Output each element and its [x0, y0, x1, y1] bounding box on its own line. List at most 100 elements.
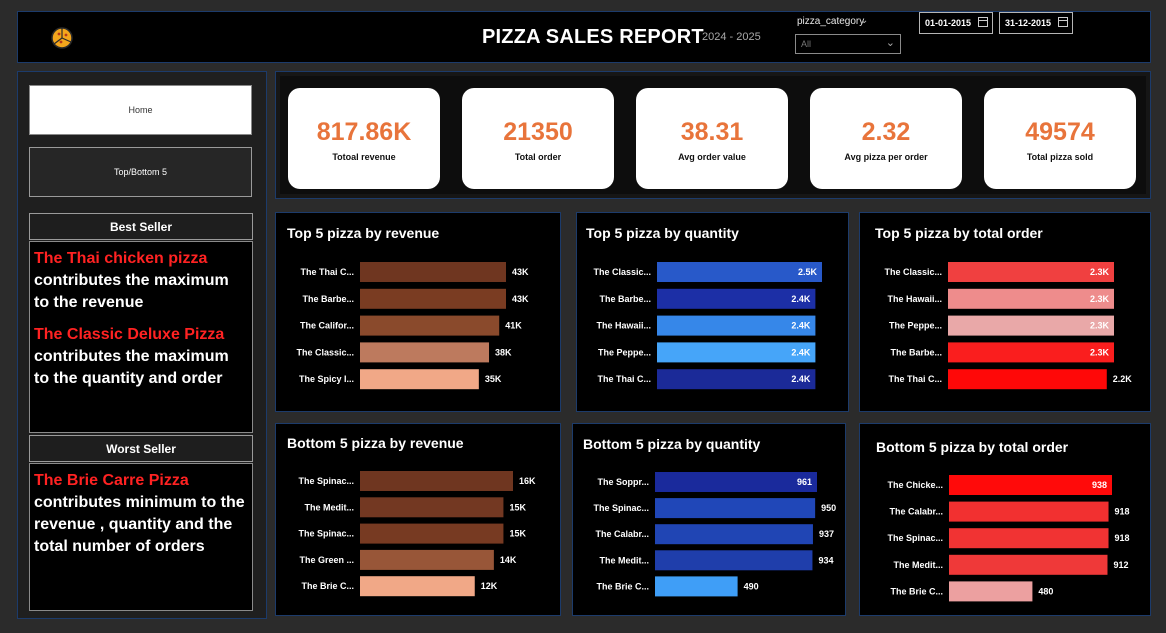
header-bar: PIZZA SALES REPORT 2024 - 2025 pizza_cat… — [17, 11, 1151, 63]
bar — [655, 524, 813, 545]
category-label: The Hawaii... — [596, 321, 651, 331]
chart-top5-total-order: Top 5 pizza by total order The Classic..… — [859, 212, 1151, 412]
category-label: The Spinac... — [593, 503, 649, 513]
kpi-label: Total pizza sold — [1026, 152, 1094, 162]
data-label: 2.5K — [798, 267, 818, 277]
category-label: The Chicke... — [887, 480, 943, 490]
date-to-value: 31-12-2015 — [1005, 18, 1052, 28]
calendar-icon — [978, 17, 988, 27]
chart-svg: The Classic... 2.3K The Hawaii... 2.3K The P… — [884, 262, 1132, 390]
data-label: 961 — [797, 477, 812, 487]
bar — [948, 369, 1107, 390]
bar — [360, 342, 490, 363]
chart-bottom5-revenue: Bottom 5 pizza by revenue The Spinac... 1… — [275, 423, 561, 616]
chart-bottom5-quantity: Bottom 5 pizza by quantity The Soppr... 9… — [572, 423, 846, 616]
category-label: The Soppr... — [597, 477, 649, 487]
category-label: The Spicy I... — [299, 374, 354, 384]
left-panel: Home Top/Bottom 5 Best Seller The Thai c… — [17, 71, 267, 619]
kpi-card-total-order: 21350 Total order — [462, 88, 614, 189]
kpi-value: 21350 — [503, 118, 573, 146]
data-label: 934 — [818, 555, 833, 565]
data-label: 2.4K — [791, 347, 811, 357]
top-bottom-5-button[interactable]: Top/Bottom 5 — [29, 147, 252, 197]
data-label: 14K — [500, 555, 517, 565]
bar — [949, 554, 1108, 575]
chart-bottom5-total-order: Bottom 5 pizza by total order The Chicke… — [859, 423, 1151, 616]
bar — [360, 576, 475, 597]
bar — [360, 315, 500, 336]
data-label: 12K — [481, 581, 498, 591]
data-label: 950 — [821, 503, 836, 513]
category-label: The Barbe... — [599, 294, 651, 304]
date-to-input[interactable]: 31-12-2015 — [999, 12, 1073, 34]
worst-seller-box: The Brie Carre Pizza contributes minimum … — [29, 463, 253, 611]
bar — [360, 523, 504, 544]
category-label: The Barbe... — [302, 294, 354, 304]
date-from-input[interactable]: 01-01-2015 — [919, 12, 993, 34]
worst-seller-heading: Worst Seller — [29, 435, 253, 462]
kpi-card-revenue: 817.86K Totoal revenue — [288, 88, 440, 189]
home-button[interactable]: Home — [29, 85, 252, 135]
bar — [360, 549, 494, 570]
data-label: 38K — [495, 347, 512, 357]
category-label: The Peppe... — [889, 321, 942, 331]
slicer-label: pizza_category — [797, 16, 865, 27]
data-label: 43K — [512, 294, 529, 304]
category-label: The Classic... — [296, 347, 354, 357]
kpi-label: Avg order value — [678, 152, 746, 162]
kpi-label: Avg pizza per order — [844, 152, 928, 162]
bar — [360, 288, 506, 309]
category-label: The Spinac... — [887, 533, 943, 543]
slicer-collapse-icon[interactable]: ⌄ — [860, 15, 868, 26]
chart-svg: The Classic... 2.5K The Barbe... 2.4K The Ha… — [593, 262, 822, 390]
category-label: The Brie C... — [596, 581, 649, 591]
category-label: The Spinac... — [298, 476, 354, 486]
bar — [655, 550, 813, 571]
best-seller-box: The Thai chicken pizza contributes the ma… — [29, 241, 253, 433]
data-label: 43K — [512, 267, 529, 277]
worst-seller-text: contributes minimum to the revenue , qua… — [34, 494, 245, 555]
kpi-panel: 817.86K Totoal revenue 21350 Total order… — [275, 71, 1151, 199]
data-label: 2.4K — [791, 321, 811, 331]
bar — [360, 471, 513, 491]
pizza-category-dropdown[interactable]: All ⌄ — [795, 34, 901, 54]
bar — [949, 528, 1109, 549]
kpi-card-avg-order-value: 38.31 Avg order value — [636, 88, 788, 189]
data-label: 35K — [485, 374, 502, 384]
kpi-value: 2.32 — [861, 118, 911, 146]
category-label: The Thai C... — [597, 374, 651, 384]
chart-svg: The Thai C... 43K The Barbe... 43K The Calif… — [296, 262, 529, 390]
bar — [655, 576, 738, 597]
bar — [360, 262, 506, 282]
bar — [949, 475, 1112, 495]
page-title: PIZZA SALES REPORT — [482, 26, 704, 48]
chart-top5-quantity: Top 5 pizza by quantity The Classic... 2.… — [576, 212, 849, 412]
kpi-value: 49574 — [1025, 118, 1095, 146]
bar — [949, 581, 1033, 602]
data-label: 15K — [509, 502, 526, 512]
category-label: The Medit... — [305, 502, 355, 512]
category-label: The Classic... — [593, 267, 651, 277]
pizza-logo-icon — [51, 27, 73, 49]
kpi-value: 38.31 — [680, 118, 744, 146]
category-label: The Spinac... — [298, 529, 354, 539]
data-label: 41K — [505, 321, 522, 331]
category-label: The Calabr... — [889, 507, 943, 517]
category-label: The Brie C... — [890, 586, 943, 596]
data-label: 2.4K — [791, 294, 811, 304]
bar — [949, 501, 1109, 522]
kpi-value: 817.86K — [316, 118, 412, 146]
data-label: 918 — [1115, 533, 1130, 543]
data-label: 490 — [744, 581, 759, 591]
data-label: 937 — [819, 529, 834, 539]
data-label: 918 — [1115, 507, 1130, 517]
kpi-label: Total order — [514, 152, 562, 162]
chart-top5-revenue: Top 5 pizza by revenue The Thai C... 43K T… — [275, 212, 561, 412]
category-label: The Green ... — [299, 555, 354, 565]
data-label: 2.3K — [1090, 321, 1110, 331]
data-label: 480 — [1038, 586, 1053, 596]
bar — [360, 497, 504, 518]
best-seller-revenue-name: The Thai chicken pizza — [34, 250, 208, 267]
calendar-icon — [1058, 17, 1068, 27]
data-label: 2.3K — [1090, 347, 1110, 357]
